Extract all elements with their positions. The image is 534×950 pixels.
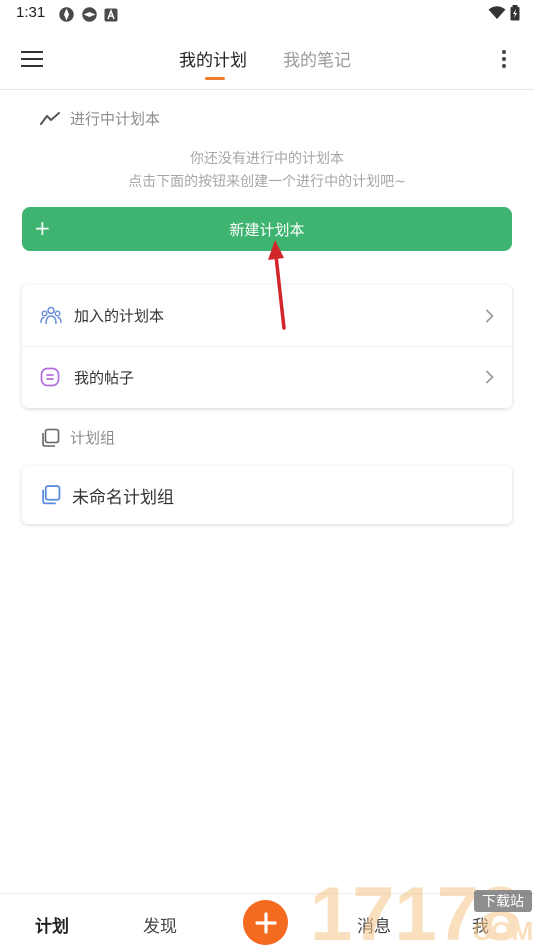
- chevron-right-icon: [485, 308, 494, 323]
- post-bubble-icon: [40, 367, 60, 387]
- tab-my-plans[interactable]: 我的计划: [179, 46, 247, 71]
- plus-icon: [254, 911, 277, 934]
- status-bar: 1:31: [0, 0, 534, 28]
- notification-icons: [58, 6, 118, 23]
- bottom-nav: 计划 发现 消息 我: [0, 893, 534, 950]
- chevron-right-icon: [485, 370, 494, 384]
- plan-group-label: 未命名计划组: [72, 487, 174, 508]
- new-plan-button[interactable]: + 新建计划本: [22, 207, 512, 251]
- my-posts-label: 我的帖子: [74, 368, 135, 387]
- wifi-icon: [488, 6, 506, 19]
- joined-plans-label: 加入的计划本: [74, 307, 165, 325]
- tab-indicator: [205, 77, 225, 80]
- battery-icon: [510, 5, 520, 21]
- status-time: 1:31: [16, 4, 46, 21]
- trend-line-icon: [40, 111, 60, 125]
- add-button[interactable]: [243, 900, 288, 945]
- my-posts-row[interactable]: 我的帖子: [22, 346, 512, 407]
- aperture-icon: [82, 7, 97, 22]
- joined-plans-row[interactable]: 加入的计划本: [22, 285, 512, 346]
- in-progress-heading-label: 进行中计划本: [70, 110, 161, 128]
- empty-hint-line1: 你还没有进行中的计划本: [190, 151, 344, 167]
- nav-plan[interactable]: 计划: [35, 912, 69, 937]
- empty-hint-line2: 点击下面的按钮来创建一个进行中的计划吧~: [128, 174, 406, 190]
- more-options-button[interactable]: [492, 45, 516, 73]
- plan-groups-heading: 计划组: [40, 427, 115, 448]
- stacked-squares-icon: [42, 428, 60, 447]
- plan-groups-heading-label: 计划组: [70, 429, 116, 447]
- links-card: 加入的计划本 我的帖子: [22, 285, 512, 408]
- font-app-icon: [104, 8, 118, 21]
- nav-messages[interactable]: 消息: [357, 912, 391, 937]
- more-vertical-icon: [502, 50, 506, 68]
- nav-me[interactable]: 我: [472, 912, 489, 937]
- in-progress-heading: 进行中计划本: [40, 108, 160, 129]
- hamburger-icon: [21, 51, 43, 67]
- people-group-icon: [40, 306, 62, 326]
- tab-my-notes[interactable]: 我的笔记: [283, 46, 351, 71]
- plan-group-item[interactable]: 未命名计划组: [22, 466, 512, 524]
- new-plan-button-label: 新建计划本: [229, 221, 305, 239]
- stacked-squares-icon: [40, 485, 61, 506]
- aperture-icon: [59, 7, 74, 22]
- menu-button[interactable]: [18, 46, 46, 72]
- nav-discover[interactable]: 发现: [143, 912, 177, 937]
- app-bar: 我的计划 我的笔记: [0, 28, 534, 90]
- system-icons: [488, 5, 520, 21]
